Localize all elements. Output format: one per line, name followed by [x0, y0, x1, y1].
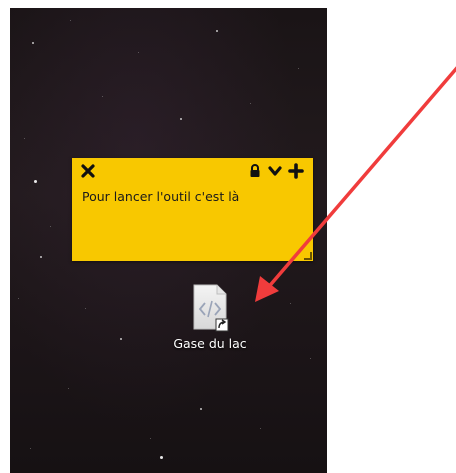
close-icon[interactable] — [80, 163, 96, 179]
sticky-note-toolbar — [72, 158, 313, 184]
star — [85, 308, 86, 309]
sticky-note-text[interactable]: Pour lancer l'outil c'est là — [82, 189, 239, 204]
chevron-down-icon[interactable] — [267, 163, 283, 179]
star — [102, 96, 103, 97]
star — [298, 68, 299, 69]
star — [68, 388, 69, 389]
star — [70, 20, 71, 21]
desktop-file-icon[interactable]: Gase du lac — [160, 283, 260, 351]
star — [310, 358, 311, 359]
star — [290, 303, 291, 304]
star — [138, 52, 139, 53]
star — [120, 338, 122, 340]
star — [32, 42, 34, 44]
star — [260, 428, 261, 429]
star — [216, 30, 218, 32]
star — [180, 118, 182, 120]
sticky-note[interactable]: Pour lancer l'outil c'est là — [72, 158, 313, 261]
star — [18, 298, 19, 299]
screenshot-page: Pour lancer l'outil c'est là Gase du lac — [0, 0, 456, 473]
desktop-background: Pour lancer l'outil c'est là Gase du lac — [10, 8, 327, 473]
star — [34, 180, 37, 183]
star — [150, 438, 151, 439]
lock-icon[interactable] — [247, 163, 263, 179]
plus-icon[interactable] — [288, 163, 304, 179]
star — [250, 103, 251, 104]
star — [40, 256, 42, 258]
star — [50, 226, 51, 227]
star — [160, 456, 163, 459]
resize-grip[interactable] — [304, 252, 312, 260]
html-file-link-icon — [190, 283, 230, 333]
star — [30, 448, 31, 449]
star — [24, 138, 25, 139]
star — [200, 408, 202, 410]
desktop-file-label: Gase du lac — [173, 336, 247, 351]
